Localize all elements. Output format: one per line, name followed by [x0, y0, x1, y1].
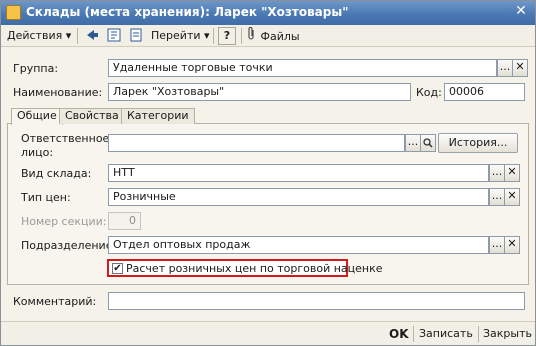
responsible-search-button[interactable]	[420, 134, 436, 152]
toolbar: Действия ▾ Перейти ▾ ? Файлы	[1, 25, 535, 47]
warehouse-type-select-button[interactable]: ...	[489, 164, 505, 182]
code-label: Код:	[416, 86, 442, 99]
section-number-field: 0	[108, 212, 141, 230]
group-label: Группа:	[13, 62, 59, 75]
move-to-group-button[interactable]	[83, 27, 101, 45]
files-button[interactable]: Файлы	[247, 27, 300, 45]
bottom-bar: OK Записать Закрыть	[1, 321, 535, 345]
division-label: Подразделение:	[21, 239, 117, 252]
comment-field[interactable]	[108, 292, 525, 310]
section-number-label: Номер секции:	[21, 215, 107, 228]
structure-icon	[107, 28, 121, 42]
division-select-button[interactable]: ...	[489, 236, 505, 254]
division-clear-button[interactable]: ✕	[504, 236, 520, 254]
group-clear-button[interactable]: ✕	[512, 59, 528, 77]
chevron-down-icon: ▾	[204, 29, 210, 42]
price-type-select-button[interactable]: ...	[489, 188, 505, 206]
retail-markup-checkbox-label[interactable]: Расчет розничных цен по торговой наценке	[126, 262, 383, 276]
search-icon	[423, 138, 433, 148]
price-type-label: Тип цен:	[21, 191, 71, 204]
document-icon	[130, 28, 142, 42]
name-field[interactable]: Ларек "Хозтовары"	[108, 83, 411, 101]
help-button[interactable]: ?	[218, 27, 236, 45]
code-field[interactable]: 00006	[444, 83, 525, 101]
name-label: Наименование:	[13, 86, 103, 99]
division-field[interactable]: Отдел оптовых продаж	[108, 236, 489, 254]
goto-menu[interactable]: Перейти ▾	[151, 27, 210, 45]
warehouse-type-label: Вид склада:	[21, 167, 92, 180]
tab-properties[interactable]: Свойства	[59, 108, 125, 124]
toolbar-separator	[413, 326, 414, 342]
structure-button[interactable]	[105, 27, 123, 45]
title-bar: Склады (места хранения): Ларек "Хозтовар…	[1, 1, 535, 25]
print-preview-button[interactable]	[127, 27, 145, 45]
close-button[interactable]: Закрыть	[483, 326, 532, 342]
paperclip-icon	[247, 27, 257, 46]
responsible-label-line1: Ответственное	[21, 132, 110, 145]
responsible-field[interactable]	[108, 134, 405, 152]
actions-menu-label: Действия	[7, 29, 63, 42]
arrow-left-icon	[87, 30, 98, 40]
chevron-down-icon: ▾	[65, 29, 72, 42]
responsible-label: Ответственное лицо:	[21, 132, 109, 160]
tab-categories[interactable]: Категории	[121, 108, 195, 124]
files-label: Файлы	[260, 30, 300, 43]
goto-menu-label: Перейти	[151, 29, 201, 42]
toolbar-separator	[478, 326, 479, 342]
save-button[interactable]: Записать	[419, 326, 473, 342]
warehouse-type-field[interactable]: НТТ	[108, 164, 489, 182]
ok-button[interactable]: OK	[389, 326, 409, 342]
responsible-select-button[interactable]: ...	[405, 134, 421, 152]
toolbar-separator	[241, 28, 242, 44]
retail-markup-checkbox-highlight: ✔ Расчет розничных цен по торговой нацен…	[107, 259, 383, 277]
folder-icon	[6, 5, 21, 20]
responsible-label-line2: лицо:	[21, 146, 54, 159]
window-close-button[interactable]: ✕	[512, 4, 530, 21]
group-field[interactable]: Удаленные торговые точки	[108, 59, 497, 77]
actions-menu[interactable]: Действия ▾	[7, 27, 71, 45]
history-button[interactable]: История...	[438, 133, 518, 153]
toolbar-separator	[213, 28, 214, 44]
comment-label: Комментарий:	[13, 295, 97, 308]
warehouse-type-clear-button[interactable]: ✕	[504, 164, 520, 182]
dialog-window: Склады (места хранения): Ларек "Хозтовар…	[0, 0, 536, 346]
window-title: Склады (места хранения): Ларек "Хозтовар…	[26, 5, 349, 19]
price-type-clear-button[interactable]: ✕	[504, 188, 520, 206]
tab-general[interactable]: Общие	[11, 108, 63, 125]
group-select-button[interactable]: ...	[497, 59, 513, 77]
retail-markup-checkbox[interactable]: ✔	[112, 263, 123, 274]
price-type-field[interactable]: Розничные	[108, 188, 489, 206]
toolbar-separator	[77, 28, 78, 44]
